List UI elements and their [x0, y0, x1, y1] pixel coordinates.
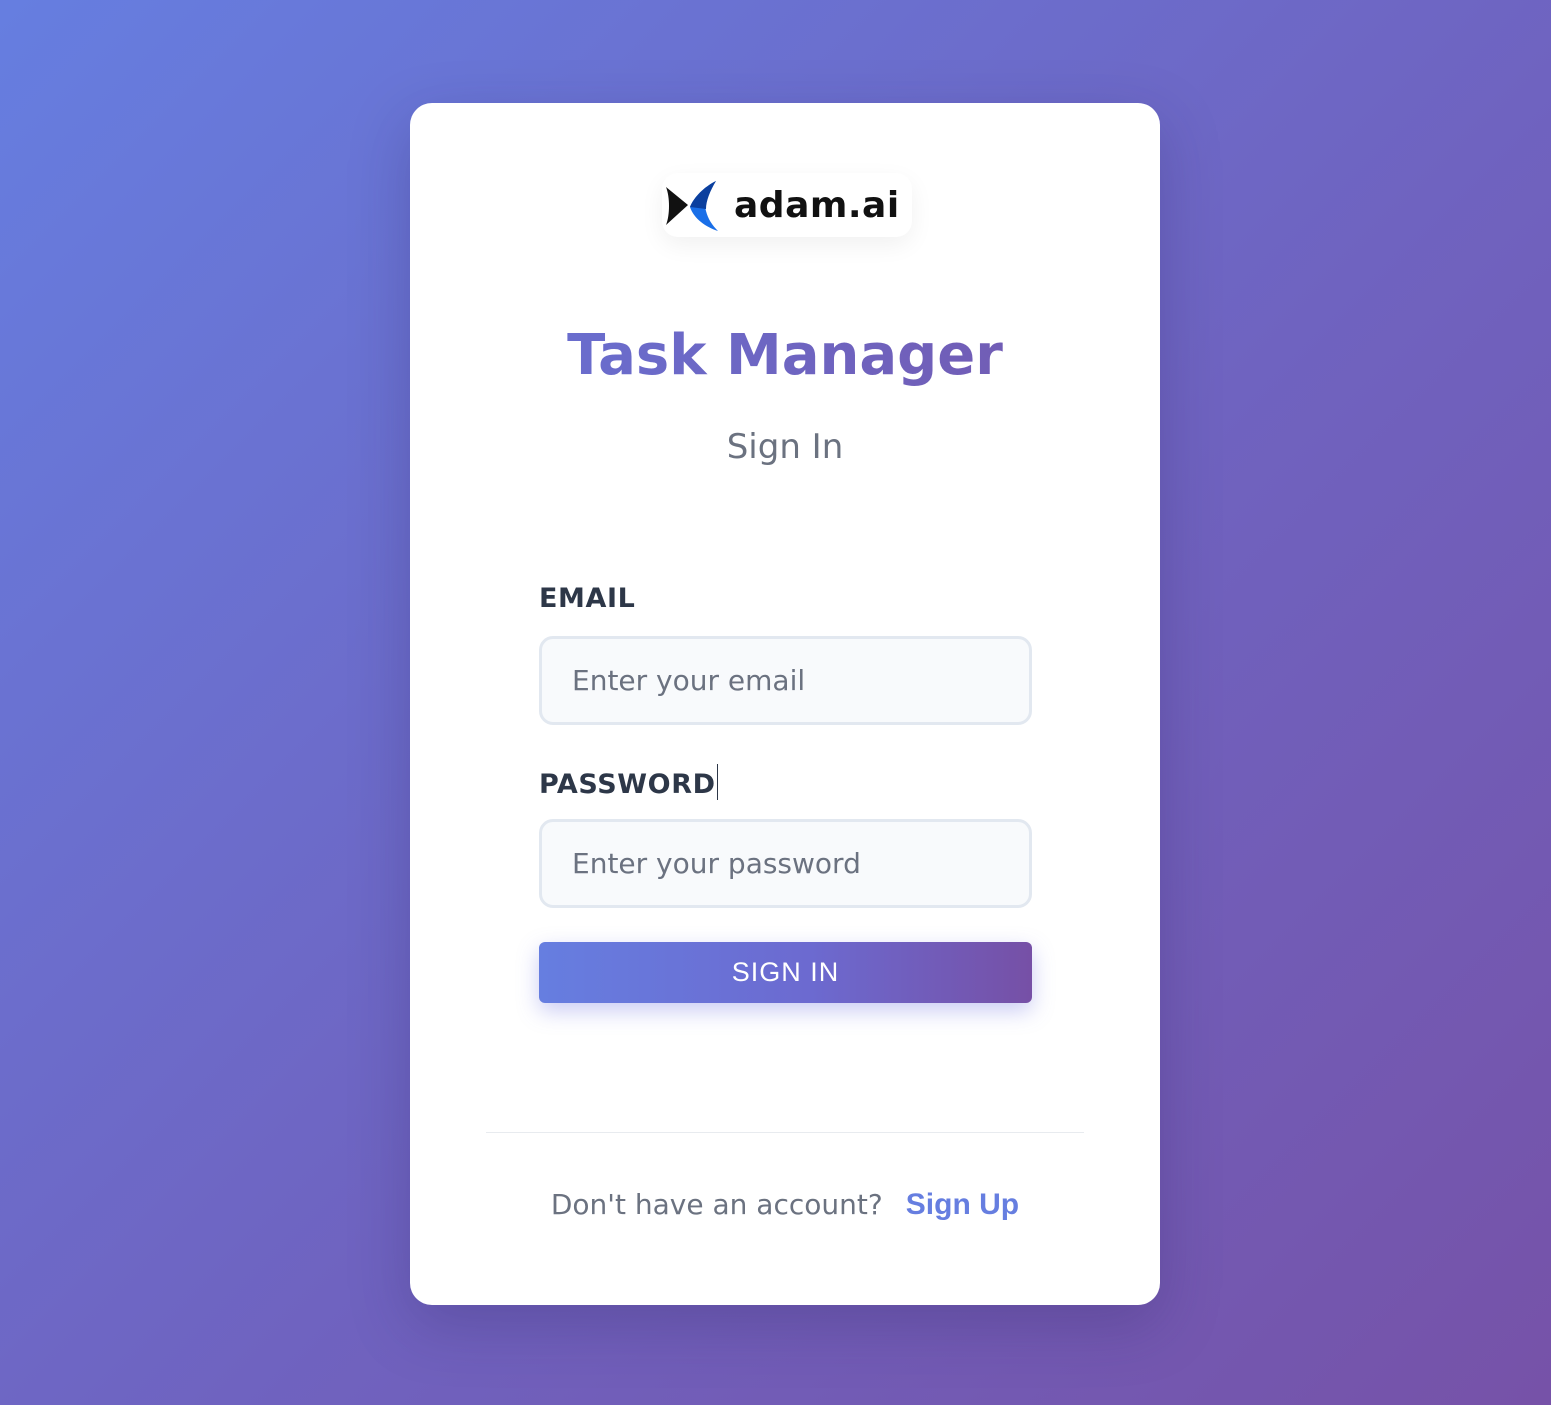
page-title: Task Manager — [410, 321, 1160, 391]
sign-up-prompt: Don't have an account? Sign Up — [410, 1183, 1160, 1231]
email-label-text: EMAIL — [539, 583, 636, 614]
sign-in-button[interactable]: SIGN IN — [539, 942, 1032, 1003]
text-cursor — [716, 764, 719, 800]
adam-ai-logo-icon — [666, 181, 718, 231]
page-subtitle: Sign In — [726, 427, 844, 467]
password-label: PASSWORD — [539, 764, 719, 803]
divider — [486, 1132, 1084, 1133]
email-field[interactable] — [539, 636, 1032, 725]
password-field[interactable] — [539, 819, 1032, 908]
password-label-text: PASSWORD — [539, 769, 716, 800]
email-label: EMAIL — [539, 581, 635, 617]
login-card: adam.ai Task Manager Sign In EMAIL PASSW… — [410, 103, 1160, 1305]
sign-up-link[interactable]: Sign Up — [906, 1188, 1019, 1221]
sign-up-prompt-text: Don't have an account? — [550, 1188, 883, 1221]
brand-name: adam.ai — [734, 184, 900, 226]
brand-logo: adam.ai — [662, 173, 912, 237]
